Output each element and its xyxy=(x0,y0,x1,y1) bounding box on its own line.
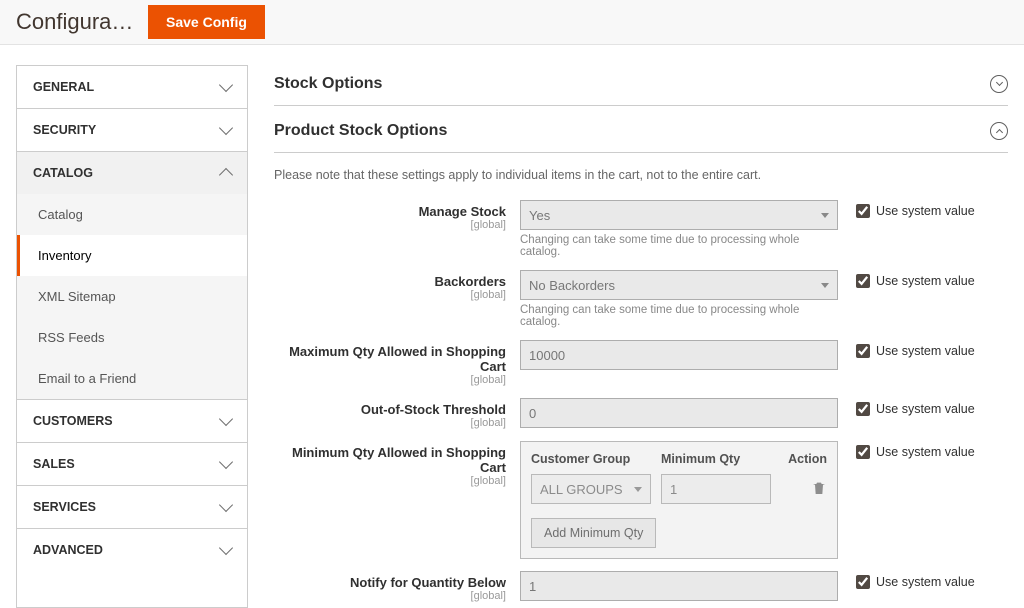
sidebar-subitems: Catalog Inventory XML Sitemap RSS Feeds … xyxy=(17,194,247,399)
sidebar-section-general[interactable]: GENERAL xyxy=(17,66,247,109)
use-system-value-check[interactable]: Use system value xyxy=(838,398,975,416)
collapse-icon xyxy=(990,122,1008,140)
sidebar-section-label: SERVICES xyxy=(33,500,96,514)
col-minimum-qty: Minimum Qty xyxy=(661,452,771,466)
chevron-down-icon xyxy=(219,78,233,92)
sidebar-section-sales[interactable]: SALES xyxy=(17,443,247,486)
max-qty-input[interactable] xyxy=(520,340,838,370)
field-hint: Changing can take some time due to proce… xyxy=(520,230,838,258)
chevron-up-icon xyxy=(219,168,233,182)
sidebar-section-label: SECURITY xyxy=(33,123,96,137)
sidebar-item-rss-feeds[interactable]: RSS Feeds xyxy=(17,317,247,358)
section-title: Product Stock Options xyxy=(274,122,447,140)
section-header-stock-options[interactable]: Stock Options xyxy=(274,65,1008,106)
oos-threshold-input[interactable] xyxy=(520,398,838,428)
field-min-qty: Minimum Qty Allowed in Shopping Cart [gl… xyxy=(274,435,1008,565)
page-header: Configuration Save Config xyxy=(0,0,1024,45)
sidebar-section-catalog[interactable]: CATALOG Catalog Inventory XML Sitemap RS… xyxy=(17,152,247,400)
field-scope: [global] xyxy=(274,417,506,429)
section-header-product-stock-options[interactable]: Product Stock Options xyxy=(274,112,1008,153)
sidebar-section-customers[interactable]: CUSTOMERS xyxy=(17,400,247,443)
notify-below-input[interactable] xyxy=(520,571,838,601)
field-scope: [global] xyxy=(274,219,506,231)
trash-icon[interactable] xyxy=(811,480,827,496)
col-action: Action xyxy=(781,452,827,466)
use-system-label: Use system value xyxy=(876,402,975,416)
use-system-label: Use system value xyxy=(876,344,975,358)
sidebar-item-xml-sitemap[interactable]: XML Sitemap xyxy=(17,276,247,317)
use-system-value-check[interactable]: Use system value xyxy=(838,340,975,358)
field-backorders: Backorders [global] No Backorders Changi… xyxy=(274,264,1008,334)
use-system-value-check[interactable]: Use system value xyxy=(838,441,975,459)
field-label: Maximum Qty Allowed in Shopping Cart xyxy=(289,344,506,374)
field-hint: Changing can take some time due to proce… xyxy=(520,300,838,328)
field-label: Backorders xyxy=(434,274,506,289)
field-scope: [global] xyxy=(274,374,506,386)
customer-group-select[interactable]: ALL GROUPS xyxy=(531,474,651,504)
field-scope: [global] xyxy=(274,590,506,602)
section-title: Stock Options xyxy=(274,75,382,93)
use-system-label: Use system value xyxy=(876,274,975,288)
use-system-label: Use system value xyxy=(876,575,975,589)
sidebar-section-label: CATALOG xyxy=(33,166,93,180)
use-system-value-check[interactable]: Use system value xyxy=(838,270,975,288)
sidebar-section-label: SALES xyxy=(33,457,75,471)
min-qty-row: ALL GROUPS xyxy=(531,474,827,504)
chevron-down-icon xyxy=(219,121,233,135)
sidebar-section-label: ADVANCED xyxy=(33,543,103,557)
sidebar-section-security[interactable]: SECURITY xyxy=(17,109,247,152)
field-label: Manage Stock xyxy=(419,204,506,219)
chevron-down-icon xyxy=(219,455,233,469)
section-note: Please note that these settings apply to… xyxy=(274,153,1008,194)
min-qty-table: Customer Group Minimum Qty Action ALL GR… xyxy=(520,441,838,559)
min-qty-input[interactable] xyxy=(661,474,771,504)
chevron-down-icon xyxy=(219,541,233,555)
use-system-checkbox[interactable] xyxy=(856,204,870,218)
page-title: Configuration xyxy=(16,9,134,35)
chevron-down-icon xyxy=(219,412,233,426)
use-system-checkbox[interactable] xyxy=(856,575,870,589)
sidebar-section-services[interactable]: SERVICES xyxy=(17,486,247,529)
save-config-button[interactable]: Save Config xyxy=(148,5,265,39)
sidebar-item-inventory[interactable]: Inventory xyxy=(17,235,247,276)
sidebar-section-label: CUSTOMERS xyxy=(33,414,113,428)
field-scope: [global] xyxy=(274,289,506,301)
col-customer-group: Customer Group xyxy=(531,452,651,466)
use-system-checkbox[interactable] xyxy=(856,344,870,358)
sidebar-item-email-friend[interactable]: Email to a Friend xyxy=(17,358,247,399)
field-label: Minimum Qty Allowed in Shopping Cart xyxy=(292,445,506,475)
caret-down-icon xyxy=(821,283,829,288)
sidebar-item-catalog[interactable]: Catalog xyxy=(17,194,247,235)
use-system-value-check[interactable]: Use system value xyxy=(838,571,975,589)
field-notify-below: Notify for Quantity Below [global] Use s… xyxy=(274,565,1008,608)
backorders-select[interactable]: No Backorders xyxy=(520,270,838,300)
main-content: Stock Options Product Stock Options Plea… xyxy=(274,65,1008,608)
caret-down-icon xyxy=(821,213,829,218)
chevron-down-icon xyxy=(219,498,233,512)
caret-down-icon xyxy=(634,487,642,492)
config-sidebar: GENERAL SECURITY CATALOG Catalog Invento… xyxy=(16,65,248,608)
select-value: Yes xyxy=(529,208,550,223)
field-label: Notify for Quantity Below xyxy=(350,575,506,590)
use-system-checkbox[interactable] xyxy=(856,445,870,459)
field-manage-stock: Manage Stock [global] Yes Changing can t… xyxy=(274,194,1008,264)
field-max-qty: Maximum Qty Allowed in Shopping Cart [gl… xyxy=(274,334,1008,392)
field-oos-threshold: Out-of-Stock Threshold [global] Use syst… xyxy=(274,392,1008,435)
sidebar-section-label: GENERAL xyxy=(33,80,94,94)
manage-stock-select[interactable]: Yes xyxy=(520,200,838,230)
use-system-label: Use system value xyxy=(876,445,975,459)
sidebar-section-advanced[interactable]: ADVANCED xyxy=(17,529,247,571)
use-system-label: Use system value xyxy=(876,204,975,218)
select-value: No Backorders xyxy=(529,278,615,293)
use-system-checkbox[interactable] xyxy=(856,274,870,288)
field-scope: [global] xyxy=(274,475,506,487)
expand-icon xyxy=(990,75,1008,93)
field-label: Out-of-Stock Threshold xyxy=(361,402,506,417)
select-value: ALL GROUPS xyxy=(540,482,623,497)
use-system-value-check[interactable]: Use system value xyxy=(838,200,975,218)
use-system-checkbox[interactable] xyxy=(856,402,870,416)
